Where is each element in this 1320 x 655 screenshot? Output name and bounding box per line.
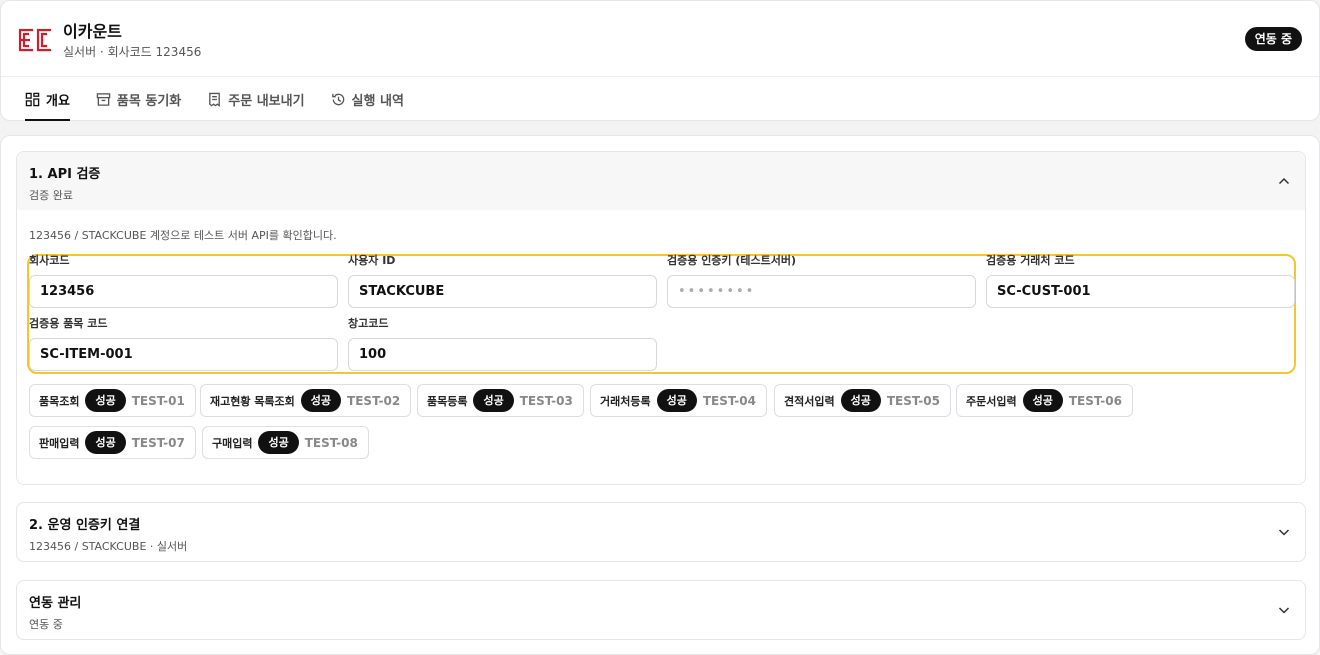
app-header: 이카운트 실서버 · 회사코드 123456 연동 중 [1,1,1319,77]
test-code: TEST-02 [347,393,401,408]
field-label: 검증용 품목 코드 [29,317,108,330]
test-result-chip[interactable]: 품목조회 성공 TEST-01 [29,384,196,417]
warehouse-code-field: 창고코드 [348,317,657,371]
chevron-down-icon[interactable] [1277,525,1291,539]
api-verification-section: 1. API 검증 검증 완료 123456 / STACKCUBE 계정으로 … [16,151,1306,485]
status-badge: 성공 [1022,389,1063,412]
field-label: 사용자 ID [348,254,396,267]
main-card: 1. API 검증 검증 완료 123456 / STACKCUBE 계정으로 … [0,135,1320,655]
test-code: TEST-05 [886,393,940,408]
test-result-chip[interactable]: 견적서입력 성공 TEST-05 [774,384,951,417]
test-result-chip[interactable]: 품목등록 성공 TEST-03 [417,384,584,417]
user-id-field: 사용자 ID [348,254,657,308]
header-card: 이카운트 실서버 · 회사코드 123456 연동 중 개요 품목 동기화 주문… [0,0,1320,121]
app-title: 이카운트 [63,22,122,41]
credential-fields-panel: 회사코드 사용자 ID 검증용 인증키 (테스트서버) 검증용 거래처 코드 검… [27,254,1296,374]
test-code: TEST-03 [519,393,573,408]
test-result-chip[interactable]: 재고현황 목록조회 성공 TEST-02 [200,384,412,417]
status-badge: 성공 [85,431,126,454]
test-code: TEST-07 [131,435,185,450]
section-title: 2. 운영 인증키 연결 [29,518,141,533]
tab-label: 품목 동기화 [116,93,182,109]
receipt-icon [209,92,221,107]
item-code-field: 검증용 품목 코드 [29,317,338,371]
ecount-logo-icon [18,28,51,52]
section-description: 123456 / STACKCUBE 계정으로 테스트 서버 API를 확인합니… [29,229,337,242]
user-id-input[interactable] [348,275,657,308]
section-header[interactable]: 1. API 검증 검증 완료 [17,152,1305,210]
test-code: TEST-08 [304,435,358,450]
chevron-down-icon[interactable] [1277,603,1291,617]
test-name: 견적서입력 [784,394,835,408]
test-auth-key-field: 검증용 인증키 (테스트서버) [667,254,976,308]
archive-icon [96,92,111,106]
test-result-chip[interactable]: 주문서입력 성공 TEST-06 [956,384,1133,417]
grid-icon [25,92,40,106]
company-code-input[interactable] [29,275,338,308]
tab-order-export[interactable]: 주문 내보내기 [207,77,305,121]
tab-label: 실행 내역 [351,93,404,109]
company-code-field: 회사코드 [29,254,338,308]
chevron-up-icon[interactable] [1277,174,1291,188]
status-badge: 성공 [300,389,342,412]
history-icon [331,93,344,105]
field-label: 회사코드 [29,254,70,267]
test-name: 품목조회 [39,394,80,408]
status-badge: 성공 [840,389,881,412]
tab-label: 주문 내보내기 [228,93,305,109]
test-result-chip[interactable]: 거래처등록 성공 TEST-04 [590,384,767,417]
status-badge: 성공 [258,431,299,454]
production-key-section: 2. 운영 인증키 연결 123456 / STACKCUBE · 실서버 [16,502,1306,562]
test-name: 주문서입력 [966,394,1017,408]
tab-label: 개요 [46,93,70,109]
test-name: 거래처등록 [600,394,651,408]
test-name: 품목등록 [427,394,468,408]
field-label: 검증용 인증키 (테스트서버) [667,254,797,267]
test-code: TEST-06 [1068,393,1122,408]
item-code-input[interactable] [29,338,338,371]
status-badge: 성공 [85,389,126,412]
integration-management-section: 연동 관리 연동 중 [16,580,1306,640]
test-name: 구매입력 [212,436,253,450]
test-code: TEST-04 [702,393,756,408]
test-auth-key-input[interactable] [667,275,976,308]
field-label: 검증용 거래처 코드 [986,254,1075,267]
tab-item-sync[interactable]: 품목 동기화 [96,77,181,121]
warehouse-code-input[interactable] [348,338,657,371]
status-badge: 성공 [656,389,697,412]
section-title: 1. API 검증 [29,167,101,182]
tab-overview[interactable]: 개요 [25,77,70,121]
field-label: 창고코드 [348,317,389,330]
test-code: TEST-01 [131,393,185,408]
section-header[interactable]: 2. 운영 인증키 연결 123456 / STACKCUBE · 실서버 [17,503,1305,561]
status-badge: 성공 [473,389,514,412]
section-header[interactable]: 연동 관리 연동 중 [17,581,1305,639]
tab-bar: 개요 품목 동기화 주문 내보내기 실행 내역 [25,77,404,121]
test-name: 재고현황 목록조회 [210,394,295,408]
connection-status-badge: 연동 중 [1244,27,1302,51]
tab-run-history[interactable]: 실행 내역 [331,77,404,121]
test-name: 판매입력 [39,436,80,450]
section-subtitle: 연동 중 [29,618,63,631]
section-title: 연동 관리 [29,596,82,611]
customer-code-input[interactable] [986,275,1295,308]
test-result-chip[interactable]: 판매입력 성공 TEST-07 [29,426,196,459]
section-subtitle: 검증 완료 [29,189,73,202]
app-subtitle: 실서버 · 회사코드 123456 [63,45,202,59]
section-subtitle: 123456 / STACKCUBE · 실서버 [29,540,188,553]
customer-code-field: 검증용 거래처 코드 [986,254,1295,308]
test-result-chip[interactable]: 구매입력 성공 TEST-08 [202,426,369,459]
